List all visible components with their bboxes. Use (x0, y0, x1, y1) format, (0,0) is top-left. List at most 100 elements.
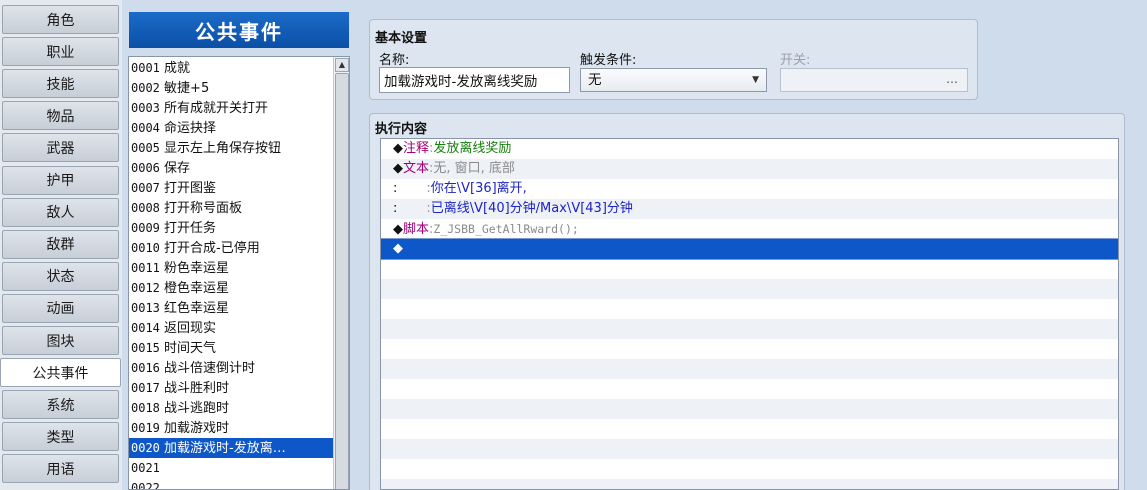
event-list-item[interactable]: 0007 打开图鉴 (129, 178, 333, 198)
chevron-down-icon: ▼ (752, 75, 759, 85)
event-id: 0015 (131, 341, 160, 355)
empty-command-line[interactable] (381, 439, 1118, 459)
event-name: 打开合成-已停用 (164, 241, 260, 256)
empty-command-line[interactable] (381, 279, 1118, 299)
empty-command-line[interactable] (381, 259, 1118, 279)
event-list[interactable]: 0001 成就 0002 敏捷+5 0003 所有成就开关打开 0004 命运抉择 00… (128, 56, 350, 490)
event-list-item[interactable]: 0002 敏捷+5 (129, 78, 333, 98)
tab-5[interactable]: 护甲 (2, 165, 119, 195)
event-id: 0007 (131, 181, 160, 195)
command-line[interactable]: : :已离线\V[40]分钟/Max\V[43]分钟 (381, 199, 1118, 219)
tab-11[interactable]: 公共事件 (0, 358, 121, 388)
event-name: 橙色幸运星 (164, 281, 230, 296)
event-list-item[interactable]: 0011 粉色幸运星 (129, 258, 333, 278)
event-id: 0017 (131, 381, 160, 395)
command-line[interactable]: : :你在\V[36]离开, (381, 179, 1118, 199)
event-name: 所有成就开关打开 (164, 101, 269, 116)
event-list-item[interactable]: 0012 橙色幸运星 (129, 278, 333, 298)
tab-7[interactable]: 敌群 (2, 229, 119, 259)
tab-0[interactable]: 角色 (2, 5, 119, 34)
event-list-item[interactable]: 0019 加载游戏时 (129, 418, 333, 438)
event-list-item[interactable]: 0008 打开称号面板 (129, 198, 333, 218)
event-name: 命运抉择 (164, 121, 217, 136)
event-list-item[interactable]: 0022 (129, 478, 333, 490)
command-line[interactable]: ◆ (381, 238, 1118, 260)
event-name: 战斗胜利时 (164, 381, 230, 396)
tab-13[interactable]: 类型 (2, 422, 119, 452)
event-list-item[interactable]: 0004 命运抉择 (129, 118, 333, 138)
event-id: 0001 (131, 61, 160, 75)
tab-1[interactable]: 职业 (2, 37, 119, 67)
event-name: 红色幸运星 (164, 301, 230, 316)
event-list-title: 公共事件 (129, 12, 349, 48)
event-list-item[interactable]: 0013 红色幸运星 (129, 298, 333, 318)
event-list-item[interactable]: 0009 打开任务 (129, 218, 333, 238)
command-line[interactable]: ◆注释:发放离线奖励 (381, 139, 1118, 159)
event-list-item[interactable]: 0010 打开合成-已停用 (129, 238, 333, 258)
command-line[interactable]: ◆文本:无, 窗口, 底部 (381, 159, 1118, 179)
event-id: 0014 (131, 321, 160, 335)
scroll-up-arrow-icon[interactable]: ▲ (335, 58, 349, 72)
database-tab-column: 角色职业 技能 物品 武器 护甲 敌人 敌群 状态 动画图块公共事件 系统 类型 用语 (0, 0, 122, 490)
event-id: 0018 (131, 401, 160, 415)
trigger-select[interactable]: 无 ▼ (580, 68, 767, 92)
trigger-label: 触发条件: (580, 53, 637, 68)
command-text: Z_JSBB_GetAllRward(); (433, 222, 579, 236)
event-name: 时间天气 (164, 341, 217, 356)
empty-command-line[interactable] (381, 359, 1118, 379)
event-id: 0016 (131, 361, 160, 375)
tab-3[interactable]: 物品 (2, 101, 119, 131)
tab-14[interactable]: 用语 (2, 454, 119, 484)
empty-command-line[interactable] (381, 419, 1118, 439)
switch-browse-button: … (946, 72, 958, 86)
name-label: 名称: (379, 53, 410, 68)
event-list-scrollbar[interactable]: ▲ (333, 57, 349, 489)
event-name: 战斗倍速倒计时 (164, 361, 256, 376)
empty-command-line[interactable] (381, 319, 1118, 339)
event-list-rows: 0001 成就 0002 敏捷+5 0003 所有成就开关打开 0004 命运抉择 00… (129, 58, 333, 490)
event-id: 0009 (131, 221, 160, 235)
command-text: 你在\V[36]离开, (430, 181, 527, 196)
switch-field: … (780, 68, 968, 92)
name-input[interactable] (379, 67, 570, 93)
event-id: 0019 (131, 421, 160, 435)
tab-6[interactable]: 敌人 (2, 197, 119, 227)
empty-command-line[interactable] (381, 299, 1118, 319)
event-id: 0012 (131, 281, 160, 295)
scrollbar-thumb[interactable] (335, 73, 349, 489)
event-list-item[interactable]: 0001 成就 (129, 58, 333, 78)
event-id: 0022 (131, 481, 160, 490)
event-list-item[interactable]: 0017 战斗胜利时 (129, 378, 333, 398)
empty-command-line[interactable] (381, 479, 1118, 489)
event-list-item[interactable]: 0018 战斗逃跑时 (129, 398, 333, 418)
event-id: 0005 (131, 141, 160, 155)
event-id: 0006 (131, 161, 160, 175)
empty-command-line[interactable] (381, 379, 1118, 399)
diamond-icon: ◆ (393, 222, 403, 237)
event-list-item[interactable]: 0021 (129, 458, 333, 478)
empty-command-line[interactable] (381, 339, 1118, 359)
event-list-item[interactable]: 0006 保存 (129, 158, 333, 178)
empty-command-line[interactable] (381, 459, 1118, 479)
event-name: 加载游戏时 (164, 421, 230, 436)
command-name: 文本 (403, 161, 430, 176)
event-list-item[interactable]: 0014 返回现实 (129, 318, 333, 338)
tab-2[interactable]: 技能 (2, 69, 119, 99)
event-id: 0020 (131, 441, 160, 455)
event-list-item[interactable]: 0016 战斗倍速倒计时 (129, 358, 333, 378)
empty-command-line[interactable] (381, 399, 1118, 419)
command-list[interactable]: ◆注释:发放离线奖励 ◆文本:无, 窗口, 底部: :你在\V[36]离开,: :… (380, 138, 1119, 490)
event-list-item[interactable]: 0015 时间天气 (129, 338, 333, 358)
tab-9[interactable]: 动画 (2, 293, 119, 323)
event-name: 保存 (164, 161, 191, 176)
tab-8[interactable]: 状态 (2, 261, 119, 291)
command-line[interactable]: ◆脚本:Z_JSBB_GetAllRward(); (381, 219, 1118, 239)
tab-4[interactable]: 武器 (2, 133, 119, 163)
switch-label: 开关: (780, 53, 811, 68)
event-id: 0003 (131, 101, 160, 115)
tab-12[interactable]: 系统 (2, 390, 119, 420)
event-list-item[interactable]: 0005 显示左上角保存按钮 (129, 138, 333, 158)
event-list-item[interactable]: 0020 加载游戏时-发放离… (129, 438, 333, 458)
tab-10[interactable]: 图块 (2, 326, 119, 355)
event-list-item[interactable]: 0003 所有成就开关打开 (129, 98, 333, 118)
